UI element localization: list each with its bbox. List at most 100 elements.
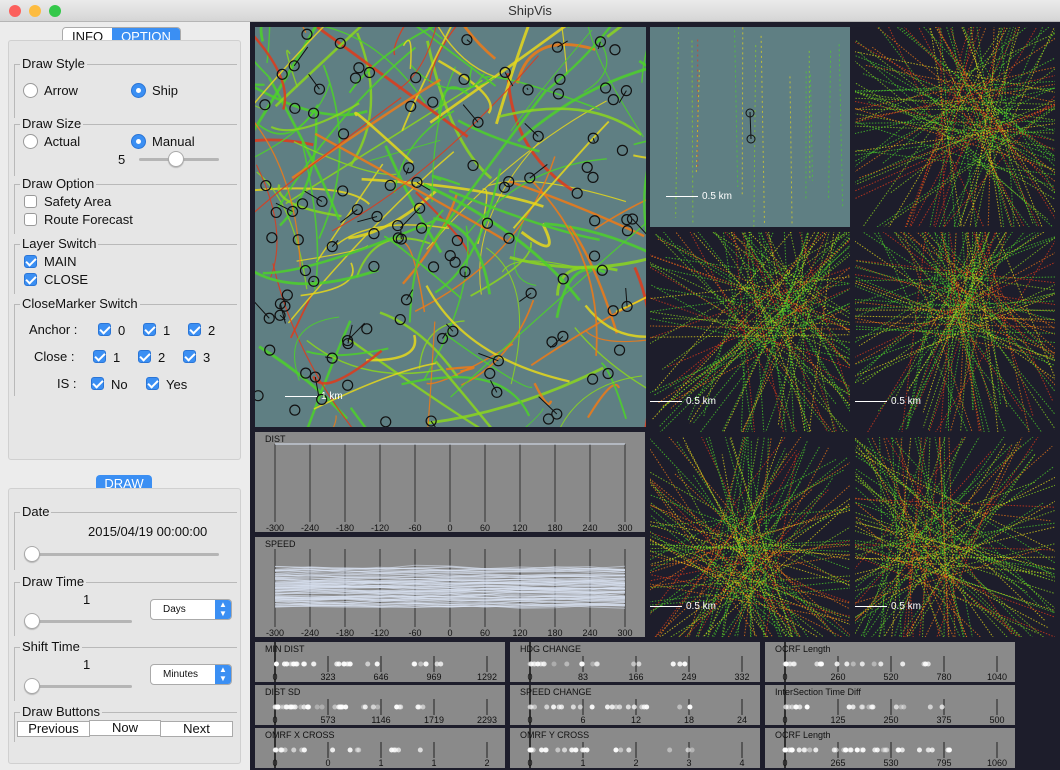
detail-map-scale: 0.5 km [666, 191, 732, 202]
is-yes-checkbox[interactable] [146, 377, 159, 390]
histogram-ocrf-length[interactable]: OCRF Length02655307951060 [765, 728, 1015, 768]
ship-marker[interactable] [289, 404, 301, 416]
now-button[interactable]: Now [89, 720, 161, 736]
ship-track [302, 27, 307, 33]
ship-marker[interactable] [427, 96, 439, 108]
ship-marker[interactable] [571, 187, 583, 199]
histogram-min-dist[interactable]: MIN DIST03236469691292 [255, 642, 505, 682]
ship-marker[interactable] [342, 379, 354, 391]
ship-marker[interactable] [400, 294, 413, 306]
histogram-intersection-time-diff[interactable]: InterSection Time Diff0125250375500 [765, 685, 1015, 725]
arrow-radio[interactable] [23, 83, 38, 98]
ship-marker[interactable] [300, 367, 312, 379]
histogram-dot [618, 747, 624, 753]
ship-marker[interactable] [316, 195, 328, 208]
next-button[interactable]: Next [160, 721, 233, 737]
ship-marker[interactable] [444, 250, 456, 262]
histogram-omrf-x-cross[interactable]: OMRF X CROSS00112 [255, 728, 505, 768]
histogram-dot [677, 661, 683, 667]
main-map-tracks [255, 27, 646, 427]
cluster-panel-4[interactable]: 0.5 km [650, 437, 850, 637]
safety-area-checkbox[interactable] [24, 195, 37, 208]
route-forecast-checkbox[interactable] [24, 213, 37, 226]
anchor-2-checkbox[interactable] [188, 323, 201, 336]
speed-parallel-plot[interactable]: SPEED -300 -240 -180 -120 -60 0 60 120 180 240 300 [255, 537, 645, 637]
manual-radio[interactable] [131, 134, 146, 149]
is-no-label: No [111, 377, 128, 392]
histogram-ocrf-length[interactable]: OCRF Length02605207801040 [765, 642, 1015, 682]
is-row-label: IS : [57, 376, 77, 391]
draw-size-slider-knob[interactable] [167, 151, 184, 167]
zoom-window-icon[interactable] [49, 5, 61, 17]
ship-marker[interactable] [581, 161, 593, 173]
ship-marker[interactable] [353, 62, 365, 74]
ship-marker[interactable] [361, 323, 373, 335]
histogram-speed-change[interactable]: SPEED CHANGE06121824 [510, 685, 760, 725]
ship-marker[interactable] [484, 367, 496, 380]
ship-marker[interactable] [546, 336, 558, 348]
ship-marker[interactable] [587, 171, 599, 183]
close-marker-legend: CloseMarker Switch [20, 296, 140, 311]
previous-button[interactable]: Previous [17, 721, 90, 737]
main-layer-checkbox[interactable] [24, 255, 37, 268]
ship-marker[interactable] [587, 373, 599, 385]
draw-time-unit-select[interactable]: Days ▲ ▼ [150, 599, 232, 620]
ship-marker[interactable] [266, 232, 278, 244]
ship-marker[interactable] [613, 344, 626, 356]
ship-marker[interactable] [609, 44, 621, 56]
dist-parallel-plot[interactable]: DIST -300 -240 -180 -120 -60 0 60 120 180 240 300 [255, 432, 645, 532]
anchor-1-checkbox[interactable] [143, 323, 156, 336]
histogram-tick-label: 6 [580, 715, 585, 725]
close-window-icon[interactable] [9, 5, 21, 17]
histogram-tick-label: 332 [734, 672, 749, 682]
cluster-panel-2[interactable]: 0.5 km [650, 232, 850, 432]
draw-time-slider-knob[interactable] [24, 613, 40, 629]
shift-time-slider[interactable] [24, 685, 132, 688]
main-map[interactable]: 1 km [255, 27, 646, 427]
ship-track [809, 74, 814, 181]
shift-time-unit-select[interactable]: Minutes ▲ ▼ [150, 664, 232, 685]
cluster-panel-3[interactable]: 0.5 km [855, 232, 1055, 432]
cluster-panel-1[interactable] [855, 27, 1055, 227]
shift-time-slider-knob[interactable] [24, 678, 40, 694]
ship-marker[interactable] [588, 250, 601, 262]
ship-marker[interactable] [427, 261, 440, 273]
date-slider[interactable] [24, 553, 219, 556]
ship-marker[interactable] [542, 413, 555, 425]
cluster-panel-5[interactable]: 0.5 km [855, 437, 1055, 637]
ship-marker[interactable] [491, 386, 503, 398]
ship-radio[interactable] [131, 83, 146, 98]
is-no-checkbox[interactable] [91, 377, 104, 390]
histogram-dist-sd[interactable]: DIST SD0573114617192293 [255, 685, 505, 725]
close-3-checkbox[interactable] [183, 350, 196, 363]
ship-marker[interactable] [351, 203, 363, 216]
histogram-dot [305, 704, 311, 710]
ship-marker[interactable] [616, 144, 629, 156]
ship-marker[interactable] [589, 215, 601, 227]
date-slider-knob[interactable] [24, 546, 40, 562]
histogram-tick-label: 125 [830, 715, 845, 725]
close-2-checkbox[interactable] [138, 350, 151, 363]
close-1-checkbox[interactable] [93, 350, 106, 363]
close-layer-checkbox[interactable] [24, 273, 37, 286]
ship-marker[interactable] [467, 159, 479, 172]
histogram-dot [858, 747, 864, 753]
minimize-window-icon[interactable] [29, 5, 41, 17]
histogram-label: OMRF Y CROSS [520, 730, 590, 740]
ship-marker[interactable] [281, 289, 293, 301]
ship-marker[interactable] [349, 72, 362, 84]
ship-marker[interactable] [270, 206, 282, 219]
histogram-omrf-y-cross[interactable]: OMRF Y CROSS01234 [510, 728, 760, 768]
histogram-hdg-change[interactable]: HDG CHANGE083166249332 [510, 642, 760, 682]
ship-marker[interactable] [380, 416, 392, 427]
ship-marker[interactable] [371, 210, 383, 223]
ship-marker[interactable] [607, 94, 619, 106]
actual-radio[interactable] [23, 134, 38, 149]
ship-marker[interactable] [368, 260, 380, 273]
date-group: Date [14, 504, 237, 570]
draw-time-slider[interactable] [24, 620, 132, 623]
ship-marker[interactable] [449, 256, 461, 268]
anchor-0-checkbox[interactable] [98, 323, 111, 336]
detail-map[interactable]: 0.5 km [650, 27, 850, 227]
ship-marker[interactable] [255, 390, 264, 402]
